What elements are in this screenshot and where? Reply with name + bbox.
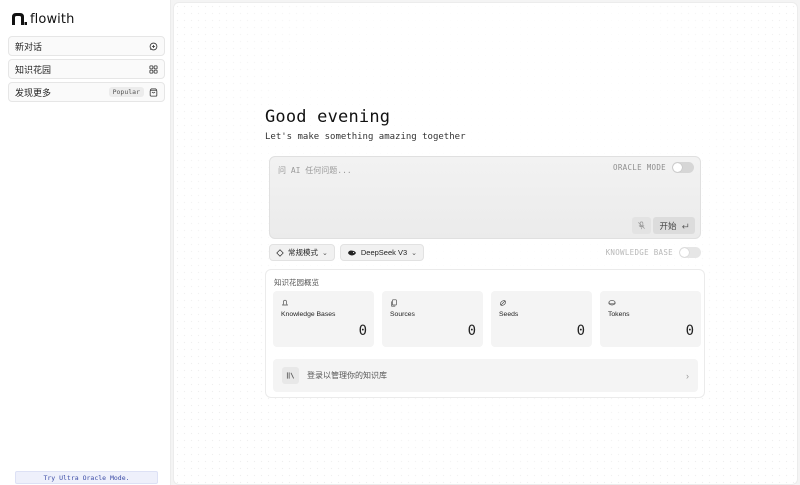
sidebar-item-discover[interactable]: 发现更多 Popular xyxy=(8,82,165,102)
stat-value: 0 xyxy=(685,323,694,339)
stat-seeds: Seeds 0 xyxy=(491,291,592,347)
sidebar-item-new-chat[interactable]: 新对话 xyxy=(8,36,165,56)
library-icon xyxy=(282,367,299,384)
main-content: Good evening Let's make something amazin… xyxy=(265,107,705,398)
login-to-manage-row[interactable]: 登录以管理你的知识库 › xyxy=(273,359,698,392)
stat-sources: Sources 0 xyxy=(382,291,483,347)
login-to-manage-text: 登录以管理你的知识库 xyxy=(307,371,387,380)
enter-key-icon xyxy=(681,223,688,229)
prompt-options-bar: 常规模式 ⌄ DeepSeek V3 ⌄ KNOWLEDGE BASE xyxy=(269,244,701,261)
stat-label: Seeds xyxy=(499,311,519,318)
sidebar-item-knowledge-garden[interactable]: 知识花园 xyxy=(8,59,165,79)
greeting-subtitle: Let's make something amazing together xyxy=(265,132,466,142)
oracle-mode-toggle[interactable] xyxy=(672,162,694,173)
knowledge-base-label: KNOWLEDGE BASE xyxy=(605,248,673,257)
greeting-title: Good evening xyxy=(265,107,391,127)
microphone-off-icon xyxy=(638,221,645,230)
chevron-right-icon: › xyxy=(686,370,689,381)
overview-stats: Knowledge Bases 0 Sources 0 Seeds 0 Toke… xyxy=(273,291,701,347)
prompt-input[interactable] xyxy=(278,165,578,205)
chevron-down-icon: ⌄ xyxy=(411,249,418,257)
stat-value: 0 xyxy=(576,323,585,339)
token-icon xyxy=(608,300,616,306)
chat-plus-icon xyxy=(149,42,158,50)
overview-title: 知识花园概览 xyxy=(274,278,319,287)
bell-icon xyxy=(282,299,288,306)
stat-tokens: Tokens 0 xyxy=(600,291,701,347)
main-panel: Good evening Let's make something amazin… xyxy=(173,2,798,485)
stat-label: Sources xyxy=(390,311,415,318)
sidebar-nav: 新对话 知识花园 发现更多 Popular xyxy=(8,36,165,102)
stat-label: Tokens xyxy=(608,311,630,318)
try-ultra-oracle-button[interactable]: Try Ultra Oracle Mode. xyxy=(15,471,158,484)
sidebar-item-label: 发现更多 xyxy=(15,87,52,98)
oracle-mode-toggle-group: ORACLE MODE xyxy=(613,162,694,173)
bag-icon xyxy=(149,87,158,97)
grid-icon xyxy=(149,64,158,74)
model-select[interactable]: DeepSeek V3 ⌄ xyxy=(339,244,425,261)
prompt-box: ORACLE MODE 开始 xyxy=(269,156,701,239)
deepseek-whale-icon xyxy=(347,250,356,255)
stat-value: 0 xyxy=(358,323,367,339)
knowledge-base-toggle[interactable] xyxy=(679,247,701,258)
flowith-logo-icon xyxy=(12,13,27,25)
start-button[interactable]: 开始 xyxy=(653,217,695,234)
document-icon xyxy=(391,299,397,307)
voice-input-button[interactable] xyxy=(632,217,651,234)
brand-logo[interactable]: flowith xyxy=(11,11,74,27)
oracle-mode-label: ORACLE MODE xyxy=(613,163,666,172)
stat-value: 0 xyxy=(467,323,476,339)
stat-label: Knowledge Bases xyxy=(281,311,336,318)
sidebar-item-label: 知识花园 xyxy=(15,64,52,75)
sidebar-item-label: 新对话 xyxy=(15,41,43,52)
seed-icon xyxy=(500,300,506,306)
sidebar: flowith 新对话 知识花园 发现更多 Popular Try Ultra … xyxy=(0,0,171,485)
chevron-down-icon: ⌄ xyxy=(322,249,328,257)
mode-select[interactable]: 常规模式 ⌄ xyxy=(269,244,335,261)
stat-knowledge-bases: Knowledge Bases 0 xyxy=(273,291,374,347)
start-button-label: 开始 xyxy=(659,220,677,231)
model-select-label: DeepSeek V3 xyxy=(360,248,408,257)
brand-name: flowith xyxy=(30,11,75,27)
knowledge-base-toggle-group: KNOWLEDGE BASE xyxy=(606,247,701,258)
popular-badge: Popular xyxy=(108,87,144,97)
mode-select-label: 常规模式 xyxy=(288,248,318,257)
knowledge-garden-overview: 知识花园概览 Knowledge Bases 0 Sources 0 Seeds… xyxy=(265,269,705,398)
diamond-icon xyxy=(276,248,284,257)
